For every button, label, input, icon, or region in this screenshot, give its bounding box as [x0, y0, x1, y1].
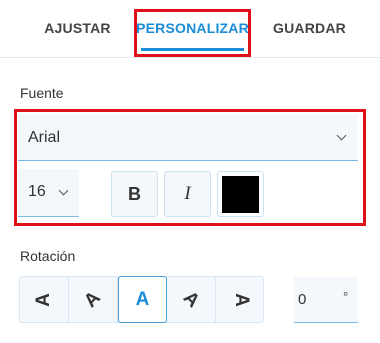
rotate-270-label: A: [32, 292, 54, 307]
chevron-down-icon: [58, 185, 69, 196]
rotate-0-label: A: [135, 288, 150, 310]
tab-personalizar[interactable]: PERSONALIZAR: [135, 0, 250, 57]
tab-personalizar-label: PERSONALIZAR: [136, 20, 249, 36]
rotate-0-button[interactable]: A: [118, 276, 167, 323]
rotation-degree-value: 0: [298, 291, 307, 308]
font-family-value: Arial: [28, 129, 61, 146]
rotate-315-label: A: [80, 286, 105, 312]
font-family-select[interactable]: Arial: [18, 114, 358, 161]
bold-button[interactable]: B: [111, 171, 158, 217]
rotate-315-button[interactable]: A: [69, 277, 118, 322]
rotate-45-label: A: [179, 286, 204, 312]
font-size-value: 16: [28, 183, 46, 200]
font-color-button[interactable]: [217, 171, 264, 217]
font-size-select[interactable]: 16: [18, 169, 79, 217]
tab-bar: AJUSTAR PERSONALIZAR GUARDAR: [0, 0, 380, 58]
rotate-90-button[interactable]: A: [216, 277, 265, 322]
rotation-section-label: Rotación: [20, 248, 76, 264]
rotation-button-group: A A A A A: [19, 276, 264, 323]
rotate-270-button[interactable]: A: [20, 277, 69, 322]
tab-guardar[interactable]: GUARDAR: [262, 0, 357, 57]
italic-button[interactable]: I: [164, 171, 211, 217]
active-tab-indicator: [141, 48, 244, 51]
rotation-degree-input[interactable]: 0 °: [294, 277, 358, 323]
color-swatch: [222, 175, 259, 213]
font-section-label: Fuente: [20, 85, 64, 101]
tab-ajustar[interactable]: AJUSTAR: [30, 0, 125, 57]
degree-unit: °: [343, 289, 349, 304]
chevron-down-icon: [336, 130, 347, 141]
rotate-90-label: A: [230, 292, 252, 307]
rotate-45-button[interactable]: A: [167, 277, 216, 322]
